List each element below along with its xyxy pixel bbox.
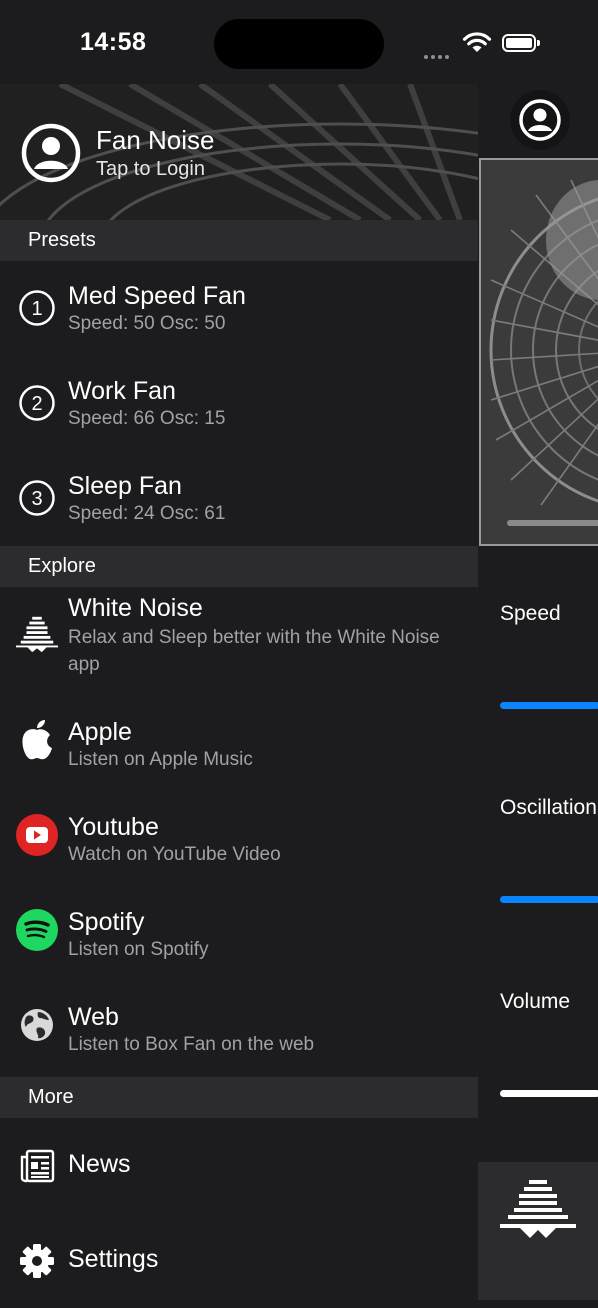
white-noise-icon xyxy=(500,1180,576,1238)
white-noise-button[interactable] xyxy=(478,1162,598,1300)
preset-title: Work Fan xyxy=(68,377,176,405)
preset-title: Sleep Fan xyxy=(68,472,182,500)
more-item-settings[interactable]: Settings xyxy=(0,1213,478,1308)
number-2-icon: 2 xyxy=(16,382,58,424)
explore-title: Spotify xyxy=(68,908,145,936)
section-explore: Explore xyxy=(0,546,478,587)
battery-icon xyxy=(502,34,540,52)
user-icon xyxy=(21,123,81,183)
account-button[interactable] xyxy=(510,90,570,150)
svg-text:2: 2 xyxy=(31,393,42,415)
explore-item-web[interactable]: Web Listen to Box Fan on the web xyxy=(0,982,478,1077)
more-title: News xyxy=(68,1150,131,1178)
more-item-news[interactable]: News xyxy=(0,1118,478,1213)
speed-label: Speed xyxy=(500,602,561,625)
explore-title: Apple xyxy=(68,718,132,746)
explore-subtitle: Listen on Spotify xyxy=(68,939,209,960)
explore-item-white-noise[interactable]: White Noise Relax and Sleep better with … xyxy=(0,587,478,697)
side-drawer: Fan Noise Tap to Login Presets 1 Med Spe… xyxy=(0,84,478,1300)
apple-icon xyxy=(16,719,58,761)
volume-slider[interactable] xyxy=(500,1090,598,1097)
login-header[interactable]: Fan Noise Tap to Login xyxy=(0,84,478,220)
signal-icon xyxy=(424,46,452,64)
preset-title: Med Speed Fan xyxy=(68,282,246,310)
main-content: Speed Oscillation Volume xyxy=(478,84,598,1300)
section-more: More xyxy=(0,1077,478,1118)
explore-item-apple[interactable]: Apple Listen on Apple Music xyxy=(0,697,478,792)
explore-title: Web xyxy=(68,1003,119,1031)
spotify-icon xyxy=(16,909,58,951)
login-prompt: Tap to Login xyxy=(96,158,205,180)
youtube-icon xyxy=(16,814,58,856)
preset-item[interactable]: 1 Med Speed Fan Speed: 50 Osc: 50 xyxy=(0,261,478,356)
preset-subtitle: Speed: 50 Osc: 50 xyxy=(68,313,226,334)
explore-title: Youtube xyxy=(68,813,159,841)
more-title: Settings xyxy=(68,1245,159,1273)
fan-grille-image xyxy=(481,160,598,544)
explore-item-youtube[interactable]: Youtube Watch on YouTube Video xyxy=(0,792,478,887)
fan-image[interactable] xyxy=(479,158,598,546)
preset-item[interactable]: 2 Work Fan Speed: 66 Osc: 15 xyxy=(0,356,478,451)
explore-subtitle: Relax and Sleep better with the White No… xyxy=(68,627,440,675)
explore-item-spotify[interactable]: Spotify Listen on Spotify xyxy=(0,887,478,982)
volume-label: Volume xyxy=(500,990,571,1013)
user-icon xyxy=(519,99,561,141)
number-3-icon: 3 xyxy=(16,477,58,519)
explore-subtitle: Watch on YouTube Video xyxy=(68,844,281,865)
oscillation-label: Oscillation xyxy=(500,796,597,819)
status-bar: 14:58 xyxy=(0,0,598,84)
preset-item[interactable]: 3 Sleep Fan Speed: 24 Osc: 61 xyxy=(0,451,478,546)
preset-subtitle: Speed: 66 Osc: 15 xyxy=(68,408,226,429)
explore-title: White Noise xyxy=(68,594,203,622)
news-icon xyxy=(16,1145,58,1187)
explore-subtitle: Listen on Apple Music xyxy=(68,749,253,770)
svg-text:3: 3 xyxy=(31,488,42,510)
explore-subtitle: Listen to Box Fan on the web xyxy=(68,1034,315,1055)
white-noise-icon xyxy=(16,613,58,655)
oscillation-slider[interactable] xyxy=(500,896,598,903)
section-presets: Presets xyxy=(0,220,478,261)
globe-icon xyxy=(16,1004,58,1046)
gear-icon xyxy=(16,1240,58,1282)
number-1-icon: 1 xyxy=(16,287,58,329)
preset-subtitle: Speed: 24 Osc: 61 xyxy=(68,503,226,524)
dynamic-island xyxy=(214,19,384,69)
wifi-icon xyxy=(462,32,492,52)
speed-slider[interactable] xyxy=(500,702,598,709)
status-time: 14:58 xyxy=(80,28,147,56)
svg-text:1: 1 xyxy=(31,298,42,320)
app-title: Fan Noise xyxy=(96,125,215,155)
